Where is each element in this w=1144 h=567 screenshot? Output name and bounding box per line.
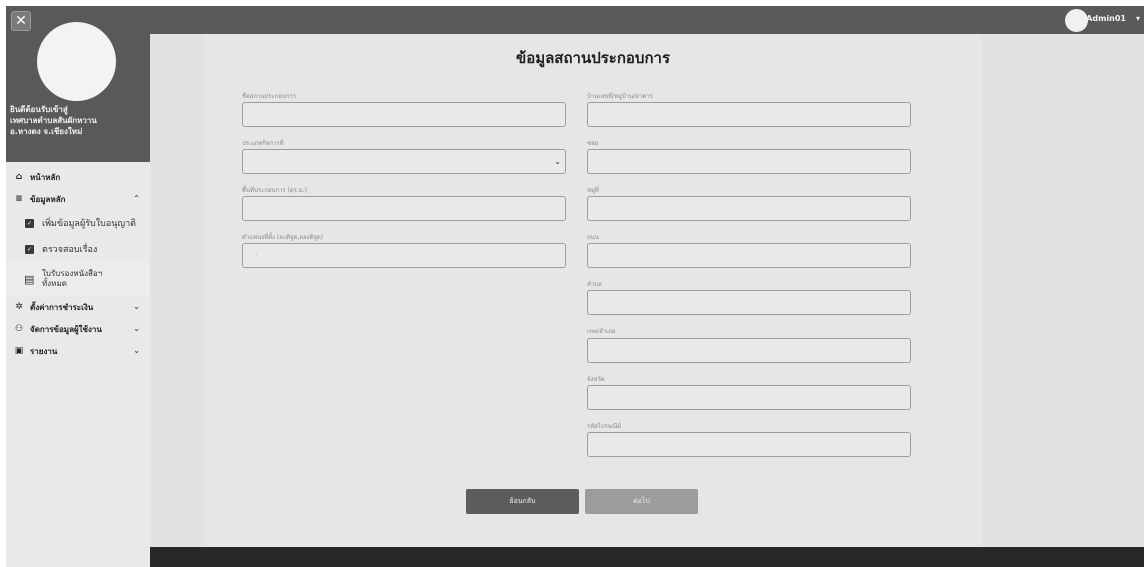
area-input[interactable]: [242, 196, 566, 221]
field-label: ประเภทกิจการที่: [242, 140, 284, 147]
chevron-down-icon: ⌄: [133, 324, 140, 333]
checkbox-icon: ✓: [25, 244, 34, 254]
province-input[interactable]: [587, 385, 911, 410]
field-label: หมู่ที่: [587, 187, 599, 194]
sidebar-item-report[interactable]: ▣ รายงาน ⌄: [6, 340, 150, 362]
chevron-down-icon: ⌄: [554, 157, 561, 166]
users-icon: ⚇: [14, 324, 24, 334]
field-label: จังหวัด: [587, 376, 605, 383]
app-frame: ✕ ยินดีต้อนรับเข้าสู่ เทศบาลตำบลสันผักหว…: [6, 6, 1144, 567]
sidebar-item-label: เพิ่มข้อมูลผู้รับใบอนุญาติ: [42, 219, 136, 229]
sidebar-avatar: [37, 22, 116, 101]
sidebar-item-label: ตรวจสอบเรื่อง: [42, 245, 98, 255]
sidebar-subitem-check-request[interactable]: ✓ ตรวจสอบเรื่อง: [6, 236, 150, 262]
user-avatar[interactable]: [1065, 9, 1088, 32]
sidebar-item-user-management[interactable]: ⚇ จัดการข้อมูลผู้ใช้งาน ⌄: [6, 318, 150, 340]
sidebar-header: ✕ ยินดีต้อนรับเข้าสู่ เทศบาลตำบลสันผักหว…: [6, 6, 150, 162]
gear-icon: ✲: [15, 302, 23, 312]
field-label: รหัสไปรษณีย์: [587, 423, 621, 430]
chevron-up-icon: ⌃: [133, 194, 140, 203]
welcome-line-1: ยินดีต้อนรับเข้าสู่: [10, 105, 68, 114]
road-input[interactable]: [587, 243, 911, 268]
form-panel: ข้อมูลสถานประกอบการ ชื่อสถานประกอบการ ปร…: [204, 34, 982, 547]
field-label: ตำบล: [587, 281, 602, 288]
chevron-down-icon: ⌄: [133, 346, 140, 355]
sidebar: ✕ ยินดีต้อนรับเข้าสู่ เทศบาลตำบลสันผักหว…: [6, 6, 150, 567]
field-label: เขต/อำเภอ: [587, 328, 616, 335]
business-name-input[interactable]: [242, 102, 566, 127]
sidebar-item-label: รายงาน: [30, 346, 58, 356]
page-title: ข้อมูลสถานประกอบการ: [515, 49, 671, 67]
report-icon: ▣: [14, 346, 24, 356]
moo-input[interactable]: [587, 196, 911, 221]
soi-input[interactable]: [587, 149, 911, 174]
main-content: ข้อมูลสถานประกอบการ ชื่อสถานประกอบการ ปร…: [150, 34, 1144, 547]
business-type-select[interactable]: ⌄: [242, 149, 566, 174]
welcome-line-3: อ.หางดง จ.เชียงใหม่: [10, 127, 83, 136]
sidebar-item-master-data[interactable]: ≡ ข้อมูลหลัก ⌃: [6, 188, 150, 210]
field-label: พื้นที่ประกอบการ (ตร.ม.): [242, 187, 308, 194]
sidebar-subitem-add-licensee[interactable]: ✓ เพิ่มข้อมูลผู้รับใบอนุญาติ: [6, 210, 150, 236]
field-label: ตำแหน่งที่ตั้ง (ละติจูด,ลองติจูด): [242, 234, 324, 241]
sidebar-subitem-certificates[interactable]: ▤ ใบรับรองหนังสือฯ ทั้งหมด: [6, 262, 150, 296]
sidebar-item-home[interactable]: ⌂ หน้าหลัก: [6, 166, 150, 188]
field-label: ถนน: [587, 234, 599, 241]
list-icon: ≡: [15, 194, 23, 204]
field-label: บ้านเลขที่/หมู่บ้าน/อาคาร: [587, 93, 653, 100]
sidebar-item-payment-settings[interactable]: ✲ ตั้งค่าการชำระเงิน ⌄: [6, 296, 150, 318]
welcome-line-2: เทศบาลตำบลสันผักหวาน: [10, 116, 97, 125]
home-icon: ⌂: [15, 172, 23, 182]
label-line-1: ใบรับรองหนังสือฯ: [42, 269, 103, 278]
location-input[interactable]: ·: [242, 243, 566, 268]
label-line-2: ทั้งหมด: [42, 279, 67, 288]
chevron-down-icon: ⌄: [133, 302, 140, 311]
close-icon[interactable]: ✕: [11, 11, 31, 31]
back-button[interactable]: ย้อนกลับ: [466, 489, 579, 514]
sidebar-item-label: ตั้งค่าการชำระเงิน: [30, 302, 94, 312]
postal-code-input[interactable]: [587, 432, 911, 457]
field-label: ชื่อสถานประกอบการ: [242, 93, 296, 100]
caret-down-icon[interactable]: ▾: [1136, 6, 1140, 32]
sidebar-item-label: หน้าหลัก: [30, 172, 61, 182]
subdistrict-input[interactable]: [587, 290, 911, 315]
document-icon: ▤: [24, 272, 35, 286]
sidebar-item-label: ใบรับรองหนังสือฯ ทั้งหมด: [42, 269, 102, 289]
sidebar-menu: ⌂ หน้าหลัก ≡ ข้อมูลหลัก ⌃ ✓ เพิ่มข้อมูลผ…: [6, 166, 150, 362]
footer-bar: [150, 547, 1144, 567]
sidebar-item-label: จัดการข้อมูลผู้ใช้งาน: [30, 324, 102, 334]
top-bar: Admin01 ▾: [150, 6, 1144, 34]
username-label[interactable]: Admin01: [1086, 6, 1126, 32]
welcome-text: ยินดีต้อนรับเข้าสู่ เทศบาลตำบลสันผักหวาน…: [10, 104, 148, 137]
district-input[interactable]: [587, 338, 911, 363]
sidebar-item-label: ข้อมูลหลัก: [30, 194, 66, 204]
house-number-input[interactable]: [587, 102, 911, 127]
checkbox-icon: ✓: [25, 218, 34, 228]
next-button[interactable]: ต่อไป: [585, 489, 698, 514]
field-label: ซอย: [587, 140, 599, 147]
